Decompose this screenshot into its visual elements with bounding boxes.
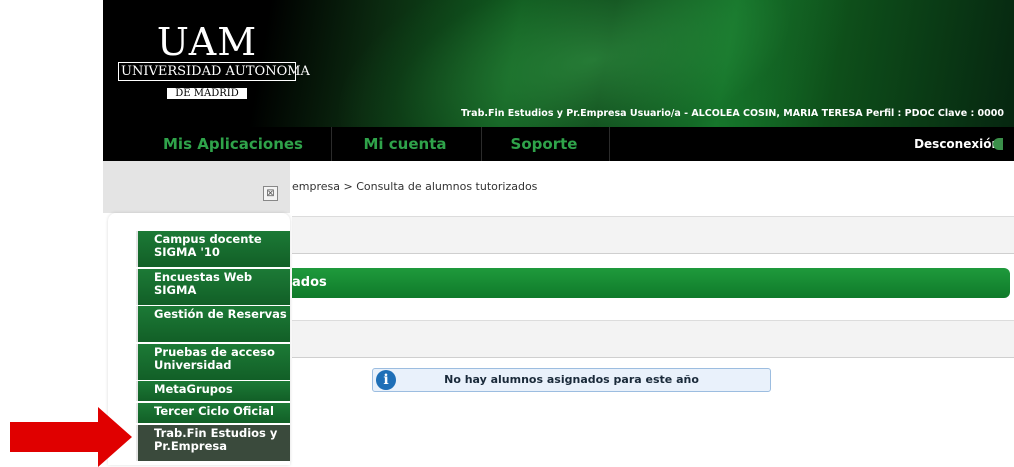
power-icon xyxy=(993,138,1003,150)
info-message-text: No hay alumnos asignados para este año xyxy=(444,373,699,386)
menu-item-label: Encuestas Web SIGMA xyxy=(154,270,253,297)
nav-divider xyxy=(331,127,332,161)
filter-panel xyxy=(292,320,1014,358)
logout-label: Desconexión xyxy=(914,137,1000,151)
menu-item-label: Campus docente SIGMA '10 xyxy=(154,232,262,259)
logo-mark: UAM xyxy=(156,20,258,64)
section-header: ados xyxy=(292,268,1010,298)
breadcrumb: empresa > Consulta de alumnos tutorizado… xyxy=(292,180,538,193)
app-header: UAM UNIVERSIDAD AUTONOMA DE MADRID Trab.… xyxy=(103,0,1014,127)
info-message: i No hay alumnos asignados para este año xyxy=(372,368,771,392)
menu-item-gestion-reservas[interactable]: Gestión de Reservas xyxy=(136,306,290,342)
menu-item-label: Pruebas de acceso Universidad xyxy=(154,345,275,372)
section-title: ados xyxy=(292,275,327,290)
nav-mi-cuenta[interactable]: Mi cuenta xyxy=(335,127,475,161)
menu-item-tercer-ciclo[interactable]: Tercer Ciclo Oficial xyxy=(136,403,290,423)
menu-item-label: Trab.Fin Estudios y Pr.Empresa xyxy=(154,426,278,453)
menu-item-label: Tercer Ciclo Oficial xyxy=(154,404,274,418)
logo-madrid: DE MADRID xyxy=(167,88,247,99)
menu-item-campus-docente[interactable]: Campus docente SIGMA '10 xyxy=(136,231,290,267)
sidebar-header xyxy=(103,161,290,213)
menu-item-metagrupos[interactable]: MetaGrupos xyxy=(136,381,290,401)
menu-item-trab-fin-estudios[interactable]: Trab.Fin Estudios y Pr.Empresa xyxy=(136,425,290,461)
content-panel xyxy=(292,216,1014,254)
menu-item-pruebas-acceso[interactable]: Pruebas de acceso Universidad xyxy=(136,344,290,380)
menu-item-encuestas-web[interactable]: Encuestas Web SIGMA xyxy=(136,269,290,305)
nav-divider xyxy=(609,127,610,161)
pointer-arrow-icon xyxy=(10,407,132,467)
menu-item-label: Gestión de Reservas xyxy=(154,307,287,321)
main-nav: Mis Aplicaciones Mi cuenta Soporte Desco… xyxy=(103,127,1014,161)
nav-mis-aplicaciones[interactable]: Mis Aplicaciones xyxy=(143,127,323,161)
menu-item-label: MetaGrupos xyxy=(154,382,233,396)
logout-link[interactable]: Desconexión xyxy=(914,127,1003,161)
nav-soporte[interactable]: Soporte xyxy=(483,127,605,161)
close-menu-icon[interactable]: ⊠ xyxy=(263,186,278,201)
nav-divider xyxy=(481,127,482,161)
logo-university: UNIVERSIDAD AUTONOMA xyxy=(118,62,310,81)
user-info: Trab.Fin Estudios y Pr.Empresa Usuario/a… xyxy=(461,108,1004,119)
uam-logo[interactable]: UAM UNIVERSIDAD AUTONOMA DE MADRID xyxy=(118,20,310,100)
